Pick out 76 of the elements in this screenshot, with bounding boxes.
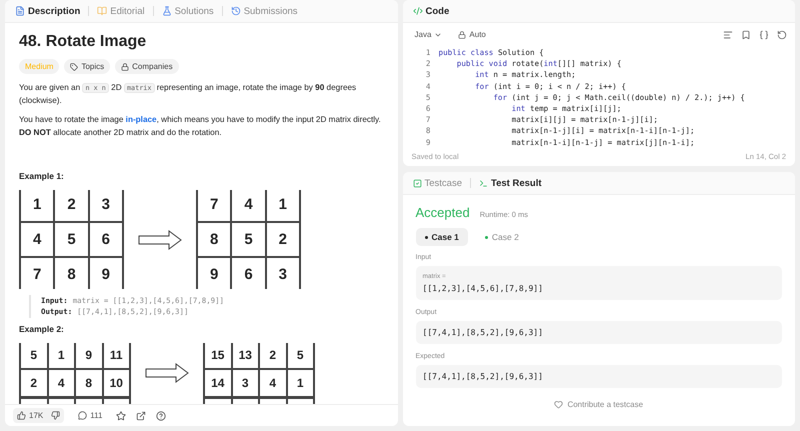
- result-status: Accepted: [416, 205, 470, 220]
- expected-value: [[7,4,1],[8,5,2],[9,6,3]]: [422, 372, 544, 381]
- comment-icon: [78, 411, 88, 420]
- code-icon: [412, 6, 422, 16]
- matrix-cell: 8: [197, 222, 232, 258]
- matrix-cell: 7: [197, 190, 232, 222]
- thumbs-down-icon: [51, 411, 60, 420]
- matrix-cell: 14: [204, 369, 232, 398]
- language-select[interactable]: Java: [410, 27, 446, 42]
- description-paragraph: You have to rotate the image in-place, which means you have to modify the input 2D matrix directly. DO NOT allocate another 2D matrix and do the rotation.: [19, 114, 382, 140]
- terminal-icon: [479, 178, 488, 188]
- matrix-cell: 6: [88, 222, 123, 258]
- flask-icon: [162, 6, 172, 16]
- input-value: [[1,2,3],[4,5,6],[7,8,9]]: [422, 284, 544, 293]
- case-tab[interactable]: Case 1: [416, 228, 468, 246]
- braces-icon[interactable]: [759, 30, 769, 40]
- bookmark-icon[interactable]: [741, 30, 751, 40]
- matrix-cell: 7: [20, 257, 54, 290]
- heart-icon: [554, 400, 564, 409]
- history-icon: [230, 6, 241, 16]
- matrix-cell: 9: [197, 257, 232, 290]
- star-icon[interactable]: [116, 410, 126, 420]
- document-icon: [15, 6, 25, 16]
- matrix-cell: 3: [232, 369, 259, 398]
- tag-icon: [70, 62, 78, 70]
- arrow-icon: [138, 230, 182, 250]
- matrix-cell: 2: [20, 369, 48, 398]
- example-heading: Example 1:: [19, 170, 65, 181]
- tag-chip[interactable]: Companies: [115, 59, 179, 74]
- matrix-cell: 6: [231, 257, 266, 290]
- example-heading: Example 2:: [19, 324, 65, 334]
- matrix-cell: 2: [266, 222, 300, 258]
- matrix-cell: 9: [75, 342, 102, 370]
- tab[interactable]: Test Result: [475, 176, 546, 190]
- matrix-cell: 4: [259, 369, 286, 398]
- matrix-cell: 15: [204, 342, 232, 370]
- case-tab[interactable]: Case 2: [476, 228, 528, 246]
- format-icon[interactable]: [723, 30, 733, 40]
- problem-title: 48. Rotate Image: [19, 33, 148, 51]
- matrix-cell: 2: [54, 190, 89, 222]
- matrix-cell: 2: [259, 342, 286, 370]
- matrix-cell: 4: [20, 222, 54, 258]
- matrix-cell: 1: [286, 369, 314, 398]
- matrix-cell: 5: [54, 222, 89, 258]
- matrix-cell: 8: [54, 257, 89, 290]
- matrix-cell: 13: [232, 342, 259, 370]
- book-icon: [97, 6, 108, 16]
- lock-icon: [121, 62, 130, 70]
- matrix-cell: 10: [102, 369, 130, 398]
- matrix-cell: 1: [48, 342, 75, 370]
- output-value: [[7,4,1],[8,5,2],[9,6,3]]: [422, 328, 544, 337]
- arrow-icon: [145, 363, 189, 384]
- lock-icon: [458, 30, 466, 38]
- share-icon[interactable]: [136, 410, 146, 420]
- matrix-cell: 9: [88, 257, 123, 290]
- auto-mode-button[interactable]: Auto: [454, 27, 490, 42]
- matrix-cell: 3: [88, 190, 123, 222]
- matrix-cell: 1: [266, 190, 300, 222]
- matrix-cell: 5: [20, 342, 48, 370]
- thumbs-up-icon: [17, 411, 26, 420]
- tab[interactable]: Description: [11, 4, 84, 18]
- panel-title: Code: [408, 4, 454, 18]
- matrix-cell: 5: [231, 222, 266, 258]
- help-icon[interactable]: [156, 410, 166, 420]
- in-place-link[interactable]: in-place: [126, 115, 157, 124]
- matrix-cell: 3: [266, 257, 300, 290]
- tag-chip[interactable]: Topics: [64, 59, 110, 74]
- matrix-cell: 11: [102, 342, 130, 370]
- matrix-cell: 4: [48, 369, 75, 398]
- matrix-cell: 8: [75, 369, 102, 398]
- reset-icon[interactable]: [777, 30, 787, 40]
- checkbox-icon: [412, 178, 422, 188]
- matrix-cell: 4: [231, 190, 266, 222]
- matrix-cell: 1: [20, 190, 54, 222]
- comments-button[interactable]: 111: [74, 408, 106, 423]
- matrix-cell: 5: [286, 342, 314, 370]
